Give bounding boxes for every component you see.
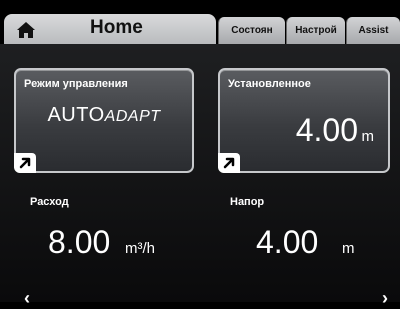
home-screen: Режим управления AUTOADAPT Установленное… bbox=[0, 44, 400, 308]
control-mode-value: AUTOADAPT bbox=[47, 104, 161, 126]
jump-arrow-icon[interactable] bbox=[218, 153, 240, 173]
tab-bar: Home Состоян Настрой Assist bbox=[0, 0, 400, 44]
control-mode-label: Режим управления bbox=[24, 78, 128, 90]
prev-page-arrow[interactable]: ‹ bbox=[24, 288, 30, 309]
flow-unit: m³/h bbox=[125, 240, 155, 257]
next-page-arrow[interactable]: › bbox=[382, 288, 388, 309]
tab-settings[interactable]: Настрой bbox=[286, 17, 345, 44]
tab-home-label: Home bbox=[90, 17, 143, 38]
head-unit: m bbox=[342, 240, 355, 257]
head-value: 4.00 bbox=[256, 224, 319, 260]
tab-assist[interactable]: Assist bbox=[346, 17, 400, 44]
home-icon bbox=[17, 22, 35, 38]
tab-home[interactable]: Home bbox=[4, 14, 216, 44]
flow-label: Расход bbox=[30, 196, 69, 208]
flow-value: 8.00 bbox=[48, 224, 111, 260]
head-label: Напор bbox=[230, 196, 265, 208]
tab-status[interactable]: Состоян bbox=[218, 17, 285, 44]
control-mode-card[interactable]: Режим управления AUTOADAPT bbox=[14, 68, 194, 173]
setpoint-unit: m bbox=[361, 128, 375, 145]
jump-arrow-icon[interactable] bbox=[14, 153, 36, 173]
setpoint-value: 4.00 bbox=[295, 112, 358, 148]
setpoint-card[interactable]: Установленное 4.00 m bbox=[218, 68, 390, 173]
setpoint-label: Установленное bbox=[228, 78, 311, 90]
